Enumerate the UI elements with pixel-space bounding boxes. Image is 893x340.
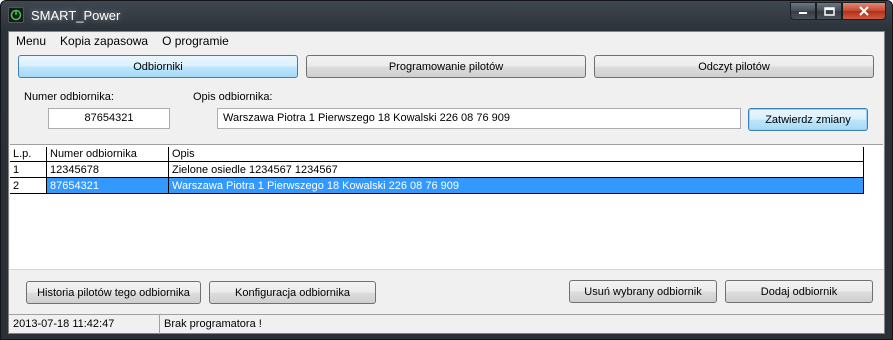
app-logo-icon (8, 7, 24, 23)
close-button[interactable] (842, 2, 886, 20)
menu-item-menu[interactable]: Menu (9, 32, 53, 51)
cell-description: Zielone osiedle 1234567 1234567 (169, 162, 864, 178)
status-bar: 2013-07-18 11:42:47 Brak programatora ! (9, 314, 884, 334)
table-row-selected[interactable]: 2 87654321 Warszawa Piotra 1 Pierwszego … (10, 178, 864, 194)
menu-item-about[interactable]: O programie (155, 32, 236, 51)
close-icon (859, 6, 869, 16)
status-message: Brak programatora ! (164, 318, 262, 330)
tab-programming[interactable]: Programowanie pilotów (306, 55, 586, 78)
cell-number: 12345678 (47, 162, 169, 178)
window-title: SMART_Power (31, 8, 121, 23)
minimize-icon (799, 12, 807, 14)
column-header-lp[interactable]: L.p. (10, 147, 47, 162)
receiver-description-label: Opis odbiornika: (193, 91, 273, 103)
cell-description: Warszawa Piotra 1 Pierwszego 18 Kowalski… (169, 178, 864, 194)
table-header: L.p. Numer odbiornika Opis (10, 147, 864, 162)
remove-receiver-button[interactable]: Usuń wybrany odbiornik (569, 280, 717, 303)
maximize-button[interactable] (816, 2, 842, 20)
menu-bar: Menu Kopia zapasowa O programie (9, 32, 884, 51)
client-area: Menu Kopia zapasowa O programie Odbiorni… (8, 31, 885, 334)
table-row[interactable]: 1 12345678 Zielone osiedle 1234567 12345… (10, 162, 864, 178)
actions-panel: Historia pilotów tego odbiornika Konfigu… (9, 269, 884, 313)
tab-reading[interactable]: Odczyt pilotów (594, 55, 874, 78)
column-header-number[interactable]: Numer odbiornika (47, 147, 169, 162)
tab-receivers[interactable]: Odbiorniki (18, 55, 298, 78)
minimize-button[interactable] (790, 2, 816, 20)
receivers-table: L.p. Numer odbiornika Opis 1 12345678 Zi… (10, 144, 883, 269)
app-window: SMART_Power Menu Kopia zapasowa O progra… (0, 0, 893, 340)
maximize-icon (823, 6, 835, 16)
confirm-changes-button[interactable]: Zatwierdz zmiany (748, 108, 868, 131)
config-button[interactable]: Konfiguracja odbiornika (209, 281, 376, 304)
add-receiver-button[interactable]: Dodaj odbiornik (725, 280, 873, 303)
receiver-number-field[interactable]: 87654321 (48, 108, 170, 129)
cell-lp: 1 (10, 162, 47, 178)
caption-buttons (790, 2, 886, 20)
cell-lp: 2 (10, 178, 47, 194)
receiver-description-field[interactable]: Warszawa Piotra 1 Pierwszego 18 Kowalski… (217, 108, 741, 129)
cell-number: 87654321 (47, 178, 169, 194)
menu-item-backup[interactable]: Kopia zapasowa (53, 32, 155, 51)
receiver-number-label: Numer odbiornika: (24, 91, 114, 103)
history-button[interactable]: Historia pilotów tego odbiornika (26, 281, 201, 304)
title-bar[interactable]: SMART_Power (1, 1, 892, 31)
status-datetime: 2013-07-18 11:42:47 (9, 315, 160, 334)
column-header-description[interactable]: Opis (169, 147, 864, 162)
